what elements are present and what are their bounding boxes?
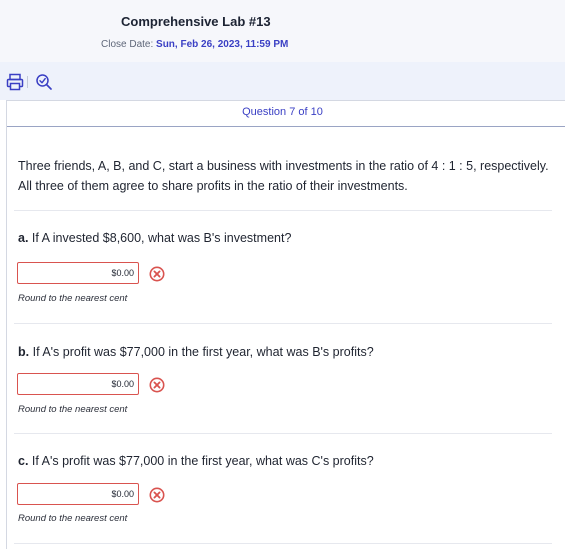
part-b-letter: b.	[18, 345, 30, 359]
divider	[14, 210, 552, 211]
part-a-question: a. If A invested $8,600, what was B's in…	[18, 231, 291, 245]
part-c-letter: c.	[18, 454, 29, 468]
toolbar-separator	[27, 76, 28, 88]
toolbar	[0, 62, 565, 100]
search-check-icon[interactable]	[34, 72, 54, 92]
part-a-letter: a.	[18, 231, 29, 245]
part-b-hint: Round to the nearest cent	[18, 404, 128, 415]
close-date-value: Sun, Feb 26, 2023, 11:59 PM	[156, 39, 289, 50]
part-c-hint: Round to the nearest cent	[18, 513, 128, 524]
question-number: Question 7 of 10	[242, 106, 323, 118]
part-c-answer-input[interactable]	[17, 483, 139, 505]
part-a-hint: Round to the nearest cent	[18, 293, 128, 304]
part-a-answer-input[interactable]	[17, 262, 139, 284]
divider	[14, 543, 552, 544]
header: Comprehensive Lab #13 Close Date: Sun, F…	[0, 0, 565, 62]
divider	[14, 433, 552, 434]
part-b-answer-input[interactable]	[17, 373, 139, 395]
part-c-question: c. If A's profit was $77,000 in the firs…	[18, 454, 374, 468]
incorrect-icon	[149, 377, 165, 393]
divider	[14, 323, 552, 324]
incorrect-icon	[149, 487, 165, 503]
part-c-text: If A's profit was $77,000 in the first y…	[31, 454, 374, 468]
print-icon[interactable]	[5, 72, 25, 92]
close-date-label: Close Date:	[101, 39, 154, 50]
part-b-text: If A's profit was $77,000 in the first y…	[32, 345, 374, 359]
question-header-rule	[7, 126, 565, 127]
close-date-line: Close Date: Sun, Feb 26, 2023, 11:59 PM	[101, 39, 288, 50]
question-intro: Three friends, A, B, and C, start a busi…	[18, 159, 549, 193]
part-a-text: If A invested $8,600, what was B's inves…	[31, 231, 292, 245]
incorrect-icon	[149, 266, 165, 282]
part-b-question: b. If A's profit was $77,000 in the firs…	[18, 345, 374, 359]
lab-title: Comprehensive Lab #13	[121, 14, 271, 29]
